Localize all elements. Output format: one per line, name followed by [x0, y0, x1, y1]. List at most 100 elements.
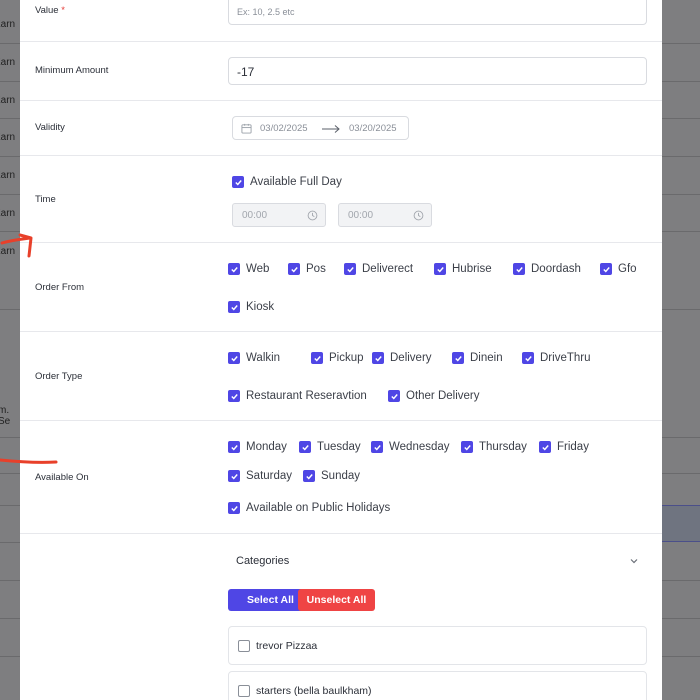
day-label: Tuesday	[317, 441, 361, 453]
minimum-amount-input[interactable]: -17	[228, 57, 647, 85]
unselect-all-button[interactable]: Unselect All	[298, 589, 375, 611]
order-from-label: Doordash	[531, 263, 581, 275]
offer-form-modal: Value * Ex: 10, 2.5 etc Minimum Amount -…	[20, 0, 662, 700]
validity-date-range-picker[interactable]: 03/02/2025 03/20/2025	[232, 116, 409, 140]
checkbox-checked-icon	[452, 352, 464, 364]
order-type-checkbox[interactable]: Restaurant Reseravtion	[228, 390, 367, 402]
day-checkbox[interactable]: Monday	[228, 441, 287, 453]
category-item[interactable]: starters (bella baulkham)	[228, 671, 647, 700]
available-on-label: Available On	[35, 472, 89, 483]
background-label: Earn	[0, 19, 16, 30]
category-label: starters (bella baulkham)	[256, 685, 372, 697]
checkbox-checked-icon	[461, 441, 473, 453]
day-checkbox[interactable]: Wednesday	[371, 441, 450, 453]
checkbox-unchecked-icon	[238, 685, 250, 697]
background-right-column	[662, 0, 700, 700]
time-to-input[interactable]: 00:00	[338, 203, 432, 227]
time-to-value: 00:00	[348, 210, 374, 221]
order-from-label: Order From	[35, 282, 85, 293]
order-from-checkbox[interactable]: Hubrise	[434, 263, 492, 275]
day-label: Saturday	[246, 470, 293, 482]
order-from-row: Order From	[20, 243, 662, 332]
order-type-label: Walkin	[246, 352, 281, 364]
available-full-day-label: Available Full Day	[250, 176, 342, 188]
chevron-down-icon[interactable]	[629, 557, 639, 565]
category-item[interactable]: trevor Pizzaa	[228, 626, 647, 665]
checkbox-checked-icon	[228, 352, 240, 364]
order-from-checkbox[interactable]: Deliverect	[344, 263, 413, 275]
validity-label: Validity	[35, 122, 65, 133]
day-label: Monday	[246, 441, 287, 453]
minimum-amount-value: -17	[237, 65, 255, 79]
order-type-checkbox[interactable]: Delivery	[372, 352, 432, 364]
background-label: Earn	[0, 132, 16, 143]
checkbox-checked-icon	[228, 390, 240, 402]
checkbox-checked-icon	[434, 263, 446, 275]
checkbox-checked-icon	[228, 470, 240, 482]
checkbox-checked-icon	[522, 352, 534, 364]
clock-icon	[307, 210, 318, 221]
order-from-checkbox[interactable]: Gfo	[600, 263, 637, 275]
checkbox-checked-icon	[228, 263, 240, 275]
day-checkbox[interactable]: Thursday	[461, 441, 527, 453]
order-type-checkbox[interactable]: DriveThru	[522, 352, 590, 364]
checkbox-checked-icon	[228, 441, 240, 453]
checkbox-checked-icon	[303, 470, 315, 482]
arrow-right-icon	[322, 125, 340, 133]
checkbox-checked-icon	[228, 301, 240, 313]
category-checkbox[interactable]: trevor Pizzaa	[238, 640, 317, 652]
day-label: Friday	[557, 441, 589, 453]
checkbox-checked-icon	[232, 176, 244, 188]
checkbox-checked-icon	[372, 352, 384, 364]
order-from-label: Pos	[306, 263, 326, 275]
order-type-label: Order Type	[35, 371, 83, 382]
category-checkbox[interactable]: starters (bella baulkham)	[238, 685, 372, 697]
order-from-checkbox[interactable]: Web	[228, 263, 269, 275]
order-from-checkbox[interactable]: Doordash	[513, 263, 581, 275]
order-from-checkbox[interactable]: Kiosk	[228, 301, 274, 313]
order-from-checkbox[interactable]: Pos	[288, 263, 326, 275]
background-label: Earn	[0, 95, 16, 106]
day-label: Thursday	[479, 441, 527, 453]
order-from-label: Hubrise	[452, 263, 492, 275]
time-from-input[interactable]: 00:00	[232, 203, 326, 227]
order-from-label: Gfo	[618, 263, 637, 275]
value-input[interactable]: Ex: 10, 2.5 etc	[228, 0, 647, 25]
checkbox-checked-icon	[311, 352, 323, 364]
order-type-label: Delivery	[390, 352, 432, 364]
background-label: Earn	[0, 170, 16, 181]
background-label: m. Se	[0, 405, 11, 427]
checkbox-checked-icon	[513, 263, 525, 275]
order-type-label: Restaurant Reseravtion	[246, 390, 367, 402]
validity-start-date[interactable]: 03/02/2025	[260, 123, 308, 134]
order-type-checkbox[interactable]: Dinein	[452, 352, 503, 364]
order-type-label: Pickup	[329, 352, 364, 364]
order-type-row: Order Type	[20, 332, 662, 421]
validity-end-date[interactable]: 03/20/2025	[349, 123, 397, 134]
day-checkbox[interactable]: Tuesday	[299, 441, 361, 453]
checkbox-checked-icon	[228, 502, 240, 514]
background-label: Earn	[0, 246, 16, 257]
value-row: Value * Ex: 10, 2.5 etc	[20, 0, 662, 42]
time-from-value: 00:00	[242, 210, 268, 221]
day-label: Wednesday	[389, 441, 450, 453]
day-checkbox[interactable]: Sunday	[303, 470, 360, 482]
order-type-checkbox[interactable]: Pickup	[311, 352, 364, 364]
checkbox-unchecked-icon	[238, 640, 250, 652]
available-full-day-checkbox[interactable]: Available Full Day	[232, 176, 342, 188]
minimum-amount-row: Minimum Amount -17	[20, 42, 662, 101]
checkbox-checked-icon	[600, 263, 612, 275]
public-holidays-checkbox[interactable]: Available on Public Holidays	[228, 502, 390, 514]
checkbox-checked-icon	[344, 263, 356, 275]
order-type-checkbox[interactable]: Other Delivery	[388, 390, 480, 402]
day-checkbox[interactable]: Friday	[539, 441, 589, 453]
order-type-checkbox[interactable]: Walkin	[228, 352, 280, 364]
background-label: Earn	[0, 208, 16, 219]
day-checkbox[interactable]: Saturday	[228, 470, 292, 482]
time-label: Time	[35, 194, 56, 205]
categories-accordion-title[interactable]: Categories	[236, 555, 289, 567]
checkbox-checked-icon	[288, 263, 300, 275]
checkbox-checked-icon	[539, 441, 551, 453]
public-holidays-label: Available on Public Holidays	[246, 502, 391, 514]
clock-icon	[413, 210, 424, 221]
